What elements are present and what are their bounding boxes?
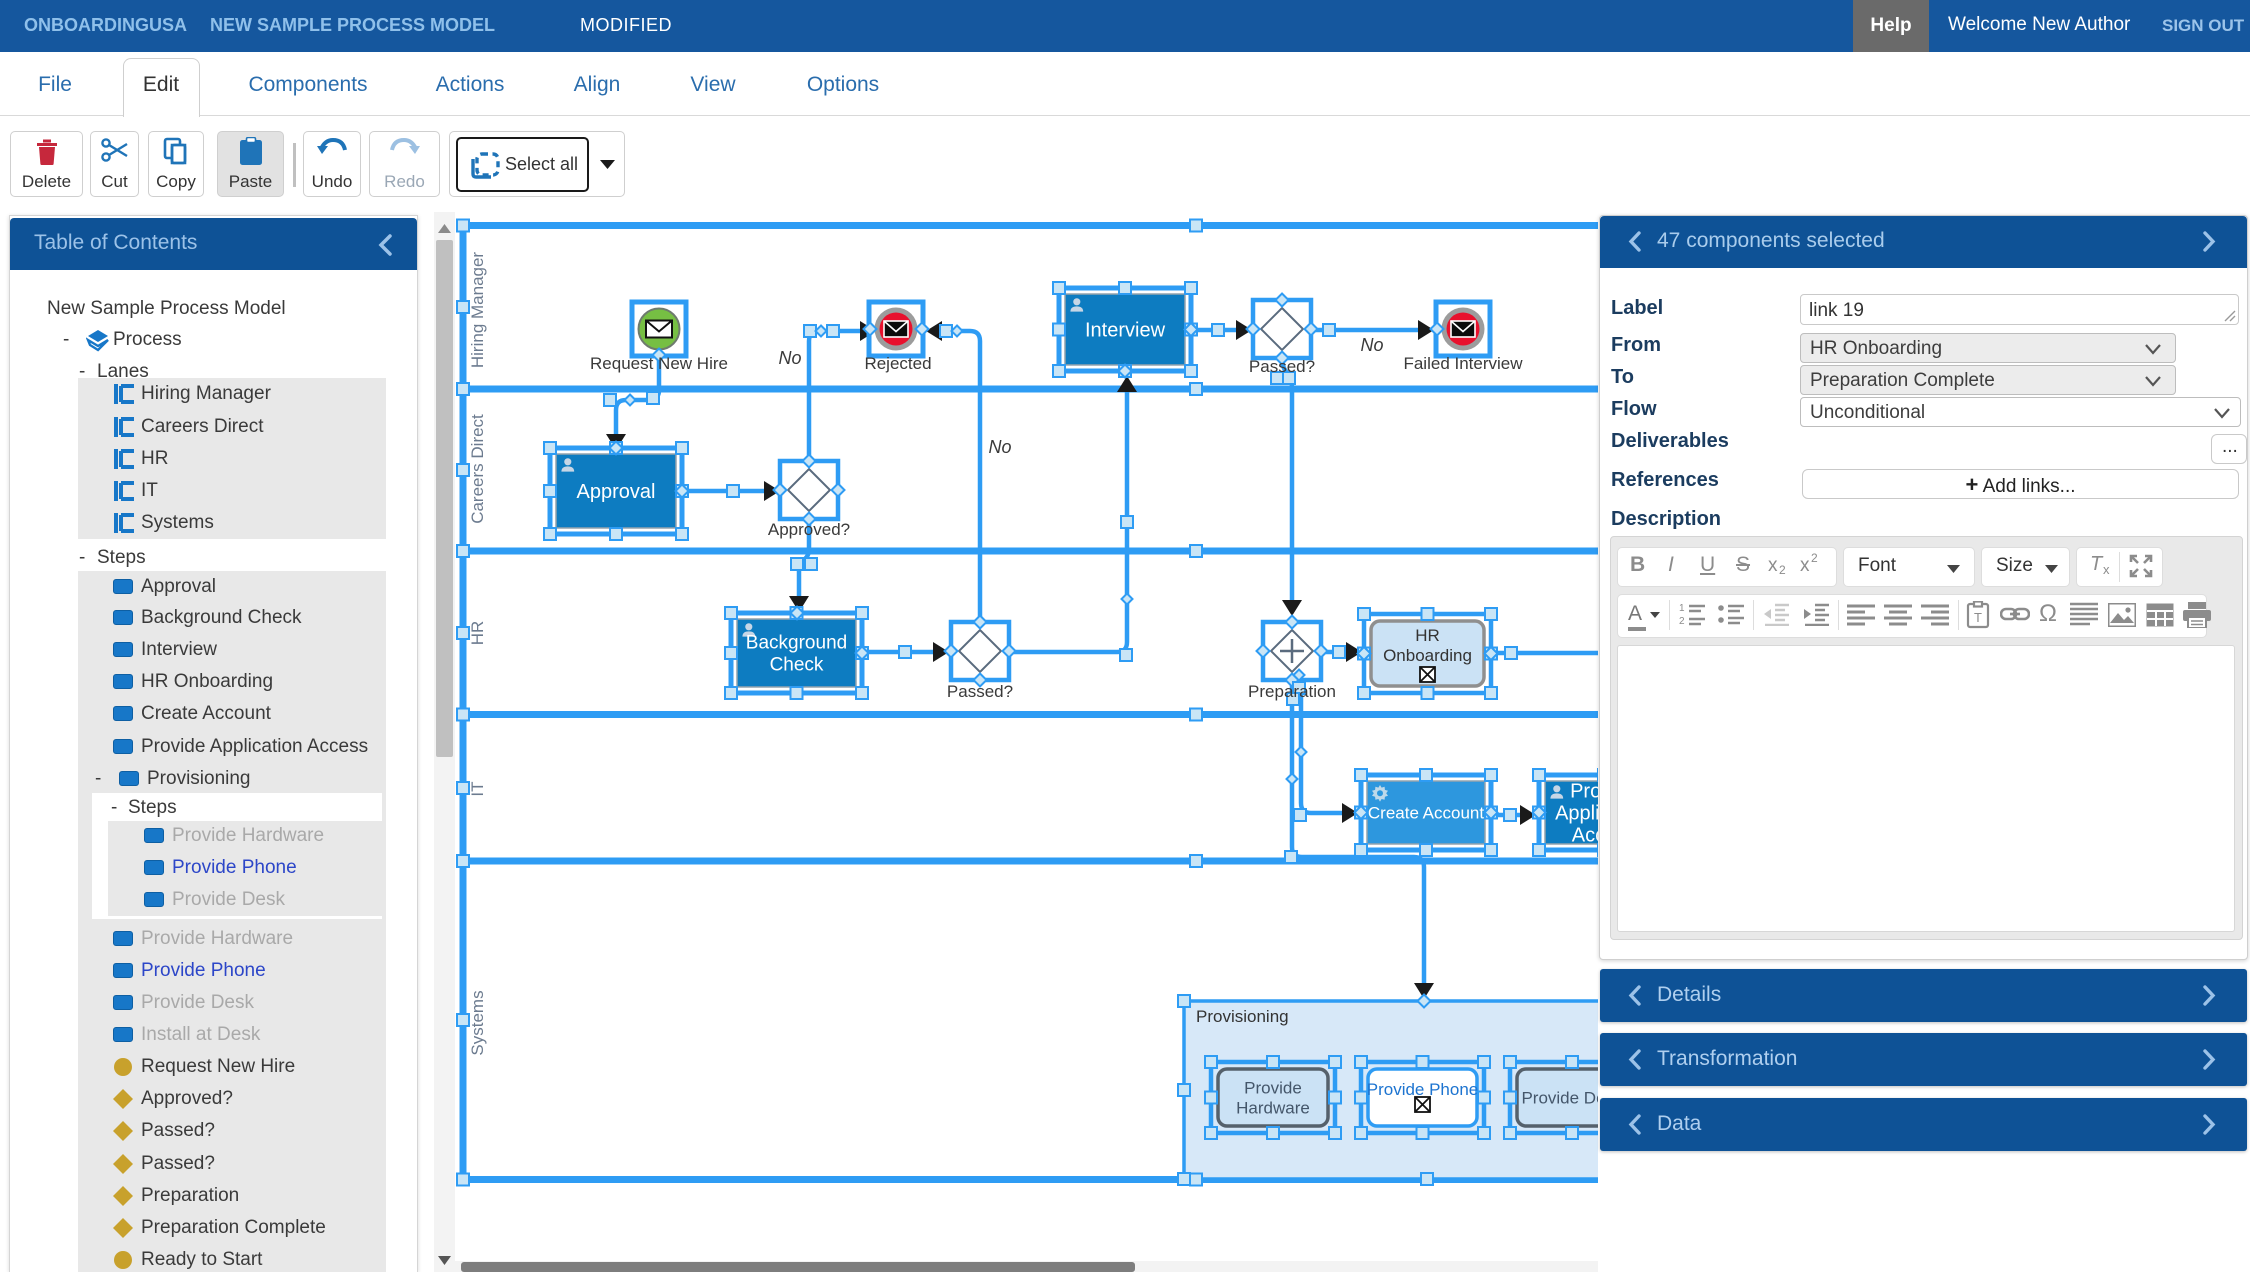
svg-text:Approved?: Approved? — [768, 520, 850, 539]
svg-text:Failed Interview: Failed Interview — [1403, 354, 1523, 373]
svg-text:Check: Check — [770, 655, 824, 676]
svg-text:Careers Direct: Careers Direct — [468, 414, 487, 524]
svg-text:Hardware: Hardware — [1236, 1099, 1310, 1118]
svg-text:Create Account: Create Account — [1368, 804, 1485, 823]
svg-text:HR: HR — [468, 621, 487, 646]
svg-text:Systems: Systems — [468, 990, 487, 1055]
svg-text:Passed?: Passed? — [947, 682, 1013, 701]
svg-text:No: No — [778, 348, 801, 368]
svg-text:T: T — [1974, 610, 1982, 625]
svg-text:No: No — [1360, 335, 1383, 355]
svg-text:No: No — [988, 437, 1011, 457]
svg-text:Rejected: Rejected — [864, 354, 931, 373]
svg-text:Passed?: Passed? — [1249, 357, 1315, 376]
svg-text:2: 2 — [1679, 616, 1685, 626]
svg-text:Preparation: Preparation — [1248, 682, 1336, 701]
svg-text:HR: HR — [1415, 626, 1440, 645]
svg-text:Request New Hire: Request New Hire — [590, 354, 728, 373]
svg-text:Hiring Manager: Hiring Manager — [468, 252, 487, 369]
svg-text:Provide: Provide — [1244, 1079, 1302, 1098]
svg-text:IT: IT — [468, 781, 487, 796]
svg-text:1: 1 — [1679, 603, 1685, 614]
svg-text:Interview: Interview — [1085, 320, 1166, 342]
svg-text:Background: Background — [746, 633, 847, 654]
svg-text:Approval: Approval — [577, 481, 656, 503]
svg-text:Onboarding: Onboarding — [1383, 646, 1472, 665]
svg-text:Provisioning: Provisioning — [1196, 1007, 1289, 1026]
